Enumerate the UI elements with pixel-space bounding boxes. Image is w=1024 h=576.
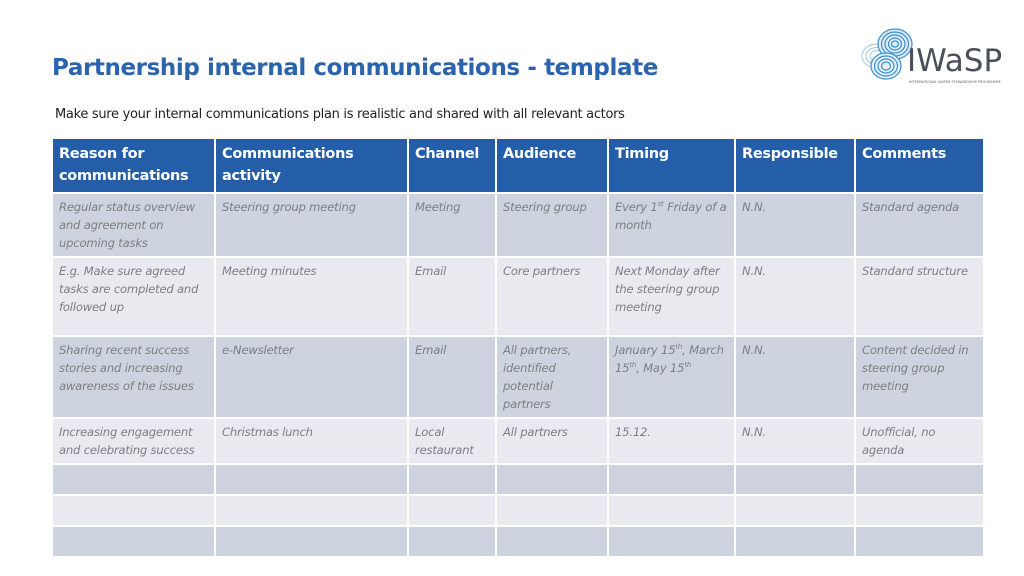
cell-channel[interactable] — [407, 525, 497, 558]
cell-responsible[interactable] — [734, 463, 856, 496]
column-header-audience: Audience — [495, 137, 609, 194]
cell-responsible[interactable]: N.N. — [734, 192, 856, 258]
cell-channel[interactable] — [407, 494, 497, 527]
cell-audience[interactable] — [495, 463, 609, 496]
cell-timing[interactable] — [607, 494, 736, 527]
cell-audience[interactable]: All partners, identified potential partn… — [495, 335, 609, 419]
timing-text: 15.12. — [615, 425, 651, 439]
timing-text: Every 1 — [615, 200, 658, 214]
table-header-row: Reason for communications Communications… — [51, 137, 985, 194]
cell-responsible[interactable]: N.N. — [734, 256, 856, 337]
cell-comments[interactable] — [854, 494, 985, 527]
cell-comments[interactable]: Unofficial, no agenda — [854, 417, 985, 465]
cell-audience[interactable]: Core partners — [495, 256, 609, 337]
table-row — [51, 463, 985, 496]
cell-comments[interactable]: Content decided in steering group meetin… — [854, 335, 985, 419]
communications-table: Reason for communications Communications… — [51, 137, 985, 558]
page-subtitle: Make sure your internal communications p… — [55, 107, 625, 122]
column-header-comments: Comments — [854, 137, 985, 194]
cell-timing[interactable]: January 15th, March 15th, May 15th — [607, 335, 736, 419]
table-row: E.g. Make sure agreed tasks are complete… — [51, 256, 985, 337]
cell-reason[interactable] — [51, 494, 216, 527]
cell-channel[interactable]: Email — [407, 256, 497, 337]
cell-activity[interactable]: Meeting minutes — [214, 256, 409, 337]
cell-activity[interactable] — [214, 463, 409, 496]
ordinal-suffix: th — [684, 361, 692, 370]
column-header-channel: Channel — [407, 137, 497, 194]
cell-reason[interactable] — [51, 525, 216, 558]
cell-responsible[interactable]: N.N. — [734, 417, 856, 465]
column-header-reason: Reason for communications — [51, 137, 216, 194]
cell-comments[interactable]: Standard structure — [854, 256, 985, 337]
cell-channel[interactable]: Local restaurant — [407, 417, 497, 465]
cell-timing[interactable]: Every 1st Friday of a month — [607, 192, 736, 258]
cell-audience[interactable] — [495, 494, 609, 527]
cell-audience[interactable] — [495, 525, 609, 558]
table-row — [51, 494, 985, 527]
cell-reason[interactable]: E.g. Make sure agreed tasks are complete… — [51, 256, 216, 337]
cell-timing[interactable]: Next Monday after the steering group mee… — [607, 256, 736, 337]
cell-audience[interactable]: Steering group — [495, 192, 609, 258]
cell-activity[interactable]: e-Newsletter — [214, 335, 409, 419]
timing-text: January 15 — [615, 343, 676, 357]
cell-responsible[interactable]: N.N. — [734, 335, 856, 419]
table-row: Increasing engagement and celebrating su… — [51, 417, 985, 465]
cell-activity[interactable] — [214, 494, 409, 527]
cell-activity[interactable]: Christmas lunch — [214, 417, 409, 465]
cell-timing[interactable] — [607, 463, 736, 496]
cell-timing[interactable] — [607, 525, 736, 558]
cell-reason[interactable] — [51, 463, 216, 496]
cell-responsible[interactable] — [734, 525, 856, 558]
cell-comments[interactable] — [854, 463, 985, 496]
logo-text: IWaSP — [907, 43, 1003, 79]
cell-channel[interactable] — [407, 463, 497, 496]
iwasp-logo: IWaSP INTERNATIONAL WATER STEWARDSHIP PR… — [860, 26, 1010, 92]
cell-timing[interactable]: 15.12. — [607, 417, 736, 465]
cell-comments[interactable] — [854, 525, 985, 558]
cell-channel[interactable]: Email — [407, 335, 497, 419]
table-row: Regular status overview and agreement on… — [51, 192, 985, 258]
column-header-responsible: Responsible — [734, 137, 856, 194]
cell-reason[interactable]: Increasing engagement and celebrating su… — [51, 417, 216, 465]
cell-reason[interactable]: Regular status overview and agreement on… — [51, 192, 216, 258]
cell-channel[interactable]: Meeting — [407, 192, 497, 258]
page-title: Partnership internal communications - te… — [52, 55, 658, 81]
cell-activity[interactable]: Steering group meeting — [214, 192, 409, 258]
cell-comments[interactable]: Standard agenda — [854, 192, 985, 258]
cell-reason[interactable]: Sharing recent success stories and incre… — [51, 335, 216, 419]
cell-responsible[interactable] — [734, 494, 856, 527]
logo-tagline: INTERNATIONAL WATER STEWARDSHIP PROGRAMM… — [909, 80, 1001, 84]
timing-text: Next Monday after the steering group mee… — [615, 264, 720, 314]
cell-activity[interactable] — [214, 525, 409, 558]
timing-text: , May 15 — [636, 361, 685, 375]
column-header-timing: Timing — [607, 137, 736, 194]
column-header-activity: Communications activity — [214, 137, 409, 194]
table-row — [51, 525, 985, 558]
table-row: Sharing recent success stories and incre… — [51, 335, 985, 419]
cell-audience[interactable]: All partners — [495, 417, 609, 465]
